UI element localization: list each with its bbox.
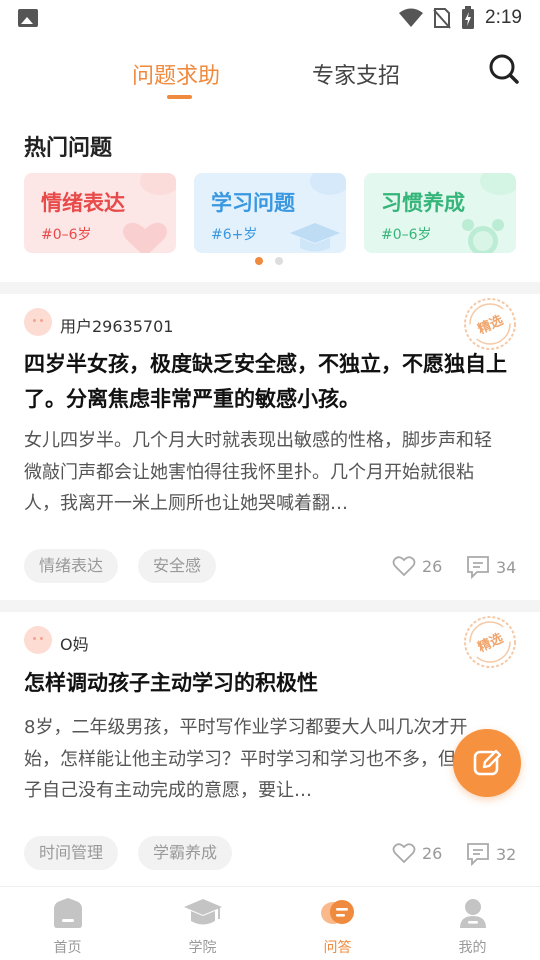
nav-item-profile[interactable]: 我的 bbox=[405, 887, 540, 960]
hot-questions-title: 热门问题 bbox=[24, 136, 113, 161]
graduation-cap-icon bbox=[290, 223, 340, 252]
nav-item-home[interactable]: 首页 bbox=[0, 887, 135, 960]
heart-icon bbox=[123, 222, 167, 253]
heart-outline-icon bbox=[392, 843, 416, 864]
tab-expert[interactable]: 专家支招 bbox=[312, 58, 400, 90]
carousel-dot bbox=[275, 257, 283, 265]
nav-item-qa[interactable]: 问答 bbox=[270, 887, 405, 960]
tag-chip[interactable]: 时间管理 bbox=[24, 836, 119, 870]
post-excerpt[interactable]: 女儿四岁半。几个月大时就表现出敏感的性格，脚步声和轻微敲门声都会让她害怕得往我怀… bbox=[24, 425, 502, 520]
comment-icon bbox=[467, 556, 489, 579]
like-button[interactable]: 26 bbox=[392, 842, 442, 864]
like-count: 26 bbox=[422, 843, 443, 863]
nav-label: 问答 bbox=[323, 940, 352, 956]
tag-chip[interactable]: 情绪表达 bbox=[24, 549, 119, 583]
nav-item-academy[interactable]: 学院 bbox=[135, 887, 270, 960]
no-sim-icon bbox=[433, 8, 451, 29]
comment-count: 32 bbox=[496, 844, 517, 864]
post-title[interactable]: 怎样调动孩子主动学习的积极性 bbox=[24, 666, 516, 701]
nav-label: 我的 bbox=[458, 940, 487, 956]
post-title[interactable]: 四岁半女孩，极度缺乏安全感，不独立，不愿独自上了。分离焦虑非常严重的敏感小孩。 bbox=[24, 347, 516, 417]
wifi-icon bbox=[399, 8, 424, 27]
category-title: 习惯养成 bbox=[381, 191, 465, 215]
category-card-emotion[interactable]: 情绪表达 #0–6岁 bbox=[24, 173, 176, 253]
category-card-study[interactable]: 学习问题 #6+岁 bbox=[194, 173, 346, 253]
carousel-dot-active bbox=[255, 257, 263, 265]
category-age: #6+岁 bbox=[211, 227, 258, 243]
battery-charging-icon bbox=[462, 6, 475, 29]
nav-label: 学院 bbox=[188, 940, 217, 956]
status-bar: 2:19 bbox=[0, 0, 540, 36]
nav-label: 首页 bbox=[53, 940, 82, 956]
comment-button[interactable]: 32 bbox=[466, 842, 516, 866]
carousel-indicator bbox=[255, 257, 283, 265]
section-divider bbox=[0, 600, 540, 612]
tab-help[interactable]: 问题求助 bbox=[132, 58, 220, 90]
qa-icon bbox=[320, 900, 354, 924]
post-username[interactable]: O妈 bbox=[60, 631, 89, 655]
ask-question-button[interactable] bbox=[453, 729, 521, 797]
like-count: 26 bbox=[422, 556, 443, 576]
post-username[interactable]: 用户29635701 bbox=[60, 313, 173, 337]
bubble-decoration bbox=[140, 173, 176, 195]
bottom-nav: 首页 学院 问答 我的 bbox=[0, 886, 540, 960]
post-excerpt[interactable]: 8岁，二年级男孩，平时写作业学习都要大人叫几次才开始，怎样能让他主动学习？平时学… bbox=[24, 712, 502, 807]
tag-chip[interactable]: 安全感 bbox=[138, 549, 217, 583]
avatar[interactable] bbox=[24, 308, 52, 336]
featured-stamp-icon: 精选 bbox=[464, 298, 516, 350]
bubble-decoration bbox=[480, 173, 516, 195]
status-time: 2:19 bbox=[485, 7, 522, 28]
featured-stamp-icon: 精选 bbox=[464, 616, 516, 668]
comment-count: 34 bbox=[496, 557, 517, 577]
bubble-decoration bbox=[310, 173, 346, 195]
edit-icon bbox=[473, 749, 502, 776]
academy-icon bbox=[183, 899, 222, 925]
comment-icon bbox=[467, 843, 489, 866]
category-title: 学习问题 bbox=[211, 191, 295, 215]
tag-chip[interactable]: 学霸养成 bbox=[138, 836, 233, 870]
comment-button[interactable]: 34 bbox=[466, 555, 516, 579]
avatar[interactable] bbox=[24, 626, 52, 654]
category-title: 情绪表达 bbox=[41, 191, 125, 215]
gallery-icon bbox=[18, 9, 38, 27]
alarm-clock-icon bbox=[462, 219, 504, 253]
top-tabs: 问题求助 专家支招 bbox=[0, 52, 540, 102]
post-card[interactable]: 用户29635701 精选 四岁半女孩，极度缺乏安全感，不独立，不愿独自上了。分… bbox=[0, 294, 540, 588]
section-divider bbox=[0, 282, 540, 294]
heart-outline-icon bbox=[392, 556, 416, 577]
active-tab-indicator bbox=[167, 95, 192, 99]
profile-icon bbox=[459, 899, 486, 928]
category-card-habit[interactable]: 习惯养成 #0–6岁 bbox=[364, 173, 516, 253]
category-age: #0–6岁 bbox=[381, 227, 432, 243]
search-icon[interactable] bbox=[486, 52, 522, 88]
category-age: #0–6岁 bbox=[41, 227, 92, 243]
like-button[interactable]: 26 bbox=[392, 555, 442, 577]
home-icon bbox=[53, 898, 82, 928]
